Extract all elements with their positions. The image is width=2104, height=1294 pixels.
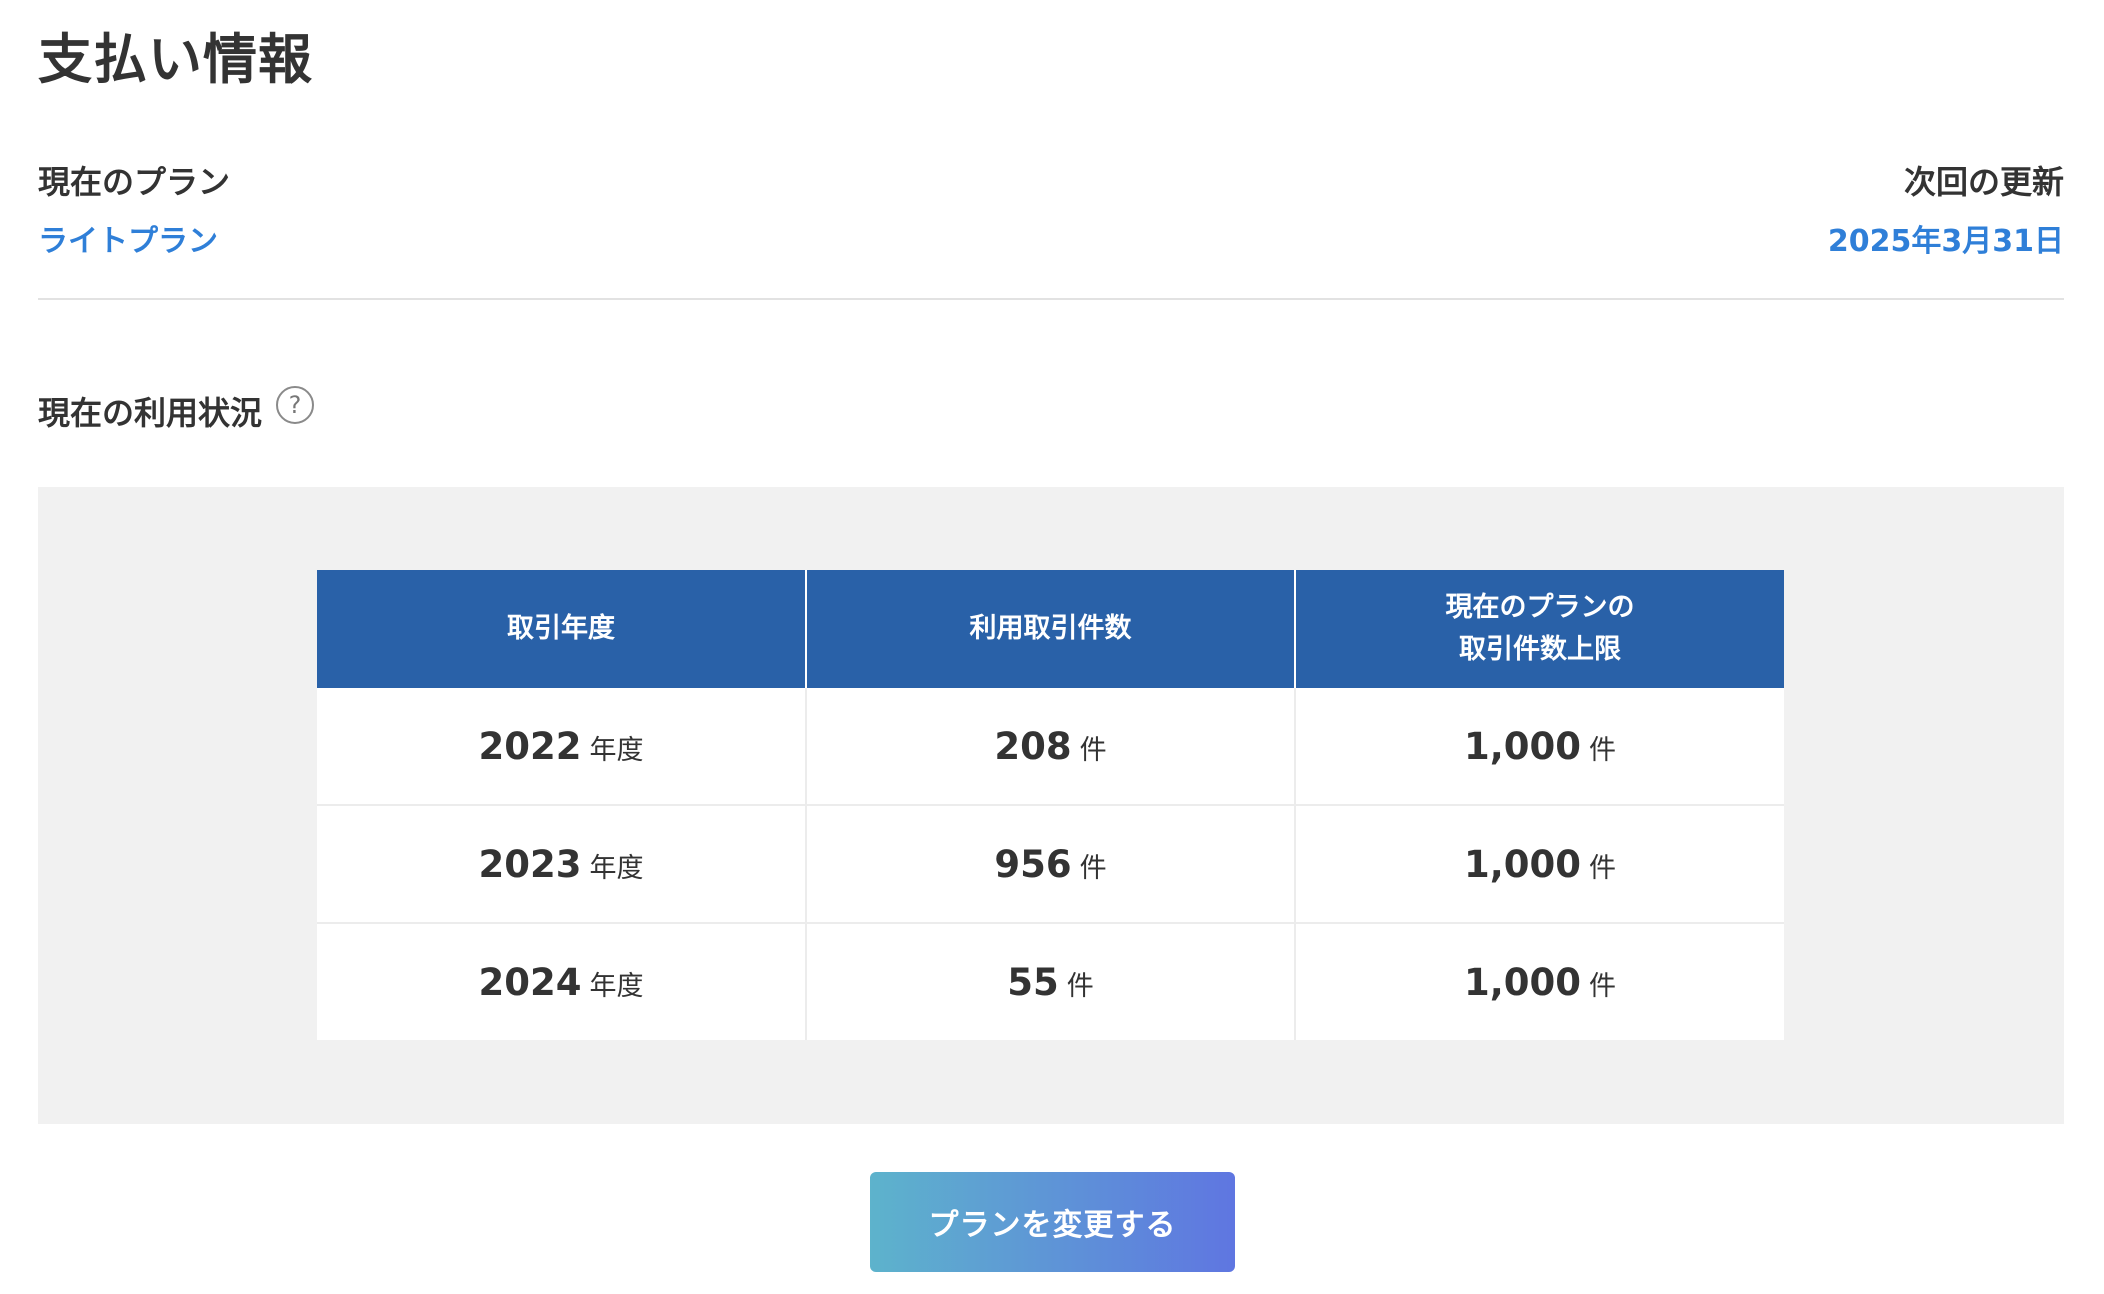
- plan-limit-unit: 件: [1589, 852, 1617, 884]
- current-plan-label: 現在のプラン: [38, 163, 231, 201]
- change-plan-button[interactable]: プランを変更する: [870, 1172, 1235, 1272]
- plan-summary: 現在のプラン ライトプラン 次回の更新 2025年3月31日: [38, 160, 2064, 300]
- table-row: 2024 年度 55 件 1,000 件: [317, 922, 1784, 1040]
- usage-heading-label: 現在の利用状況: [38, 394, 263, 432]
- question-circle-icon[interactable]: ?: [276, 386, 315, 424]
- plan-limit-cell: 1,000 件: [1294, 688, 1784, 805]
- transaction-count-cell: 208 件: [805, 688, 1295, 805]
- plan-limit-value: 1,000: [1463, 842, 1582, 886]
- fiscal-year-unit: 年度: [589, 852, 644, 884]
- column-header-transaction-count: 利用取引件数: [805, 570, 1295, 688]
- fiscal-year-value: 2024: [478, 960, 582, 1004]
- transaction-count-value: 956: [994, 842, 1072, 886]
- table-header-row: 取引年度 利用取引件数 現在のプランの 取引件数上限: [317, 570, 1784, 688]
- table-row: 2023 年度 956 件 1,000 件: [317, 804, 1784, 923]
- column-header-fiscal-year: 取引年度: [317, 570, 806, 688]
- fiscal-year-value: 2023: [478, 842, 582, 886]
- usage-table: 取引年度 利用取引件数 現在のプランの 取引件数上限 2022 年度 208 件 1…: [317, 570, 1784, 1040]
- plan-limit-unit: 件: [1589, 970, 1617, 1002]
- page-title: 支払い情報: [38, 28, 313, 91]
- current-plan-section: 現在のプラン ライトプラン: [38, 160, 230, 262]
- table-row: 2022 年度 208 件 1,000 件: [317, 688, 1784, 805]
- current-plan-value: ライトプラン: [38, 224, 218, 259]
- transaction-count-cell: 956 件: [805, 804, 1295, 923]
- next-renewal-date: 2025年3月31日: [1827, 224, 2064, 259]
- plan-limit-cell: 1,000 件: [1294, 804, 1784, 923]
- column-header-plan-limit: 現在のプランの 取引件数上限: [1294, 570, 1784, 688]
- fiscal-year-cell: 2023 年度: [317, 804, 806, 923]
- transaction-count-unit: 件: [1066, 970, 1094, 1002]
- plan-limit-cell: 1,000 件: [1294, 922, 1784, 1040]
- transaction-count-value: 208: [994, 724, 1072, 768]
- transaction-count-value: 55: [1007, 960, 1059, 1004]
- plan-limit-value: 1,000: [1463, 724, 1582, 768]
- fiscal-year-unit: 年度: [589, 970, 644, 1002]
- fiscal-year-cell: 2024 年度: [317, 922, 806, 1040]
- next-renewal-section: 次回の更新 2025年3月31日: [1828, 160, 2064, 262]
- fiscal-year-unit: 年度: [589, 734, 644, 766]
- usage-heading: 現在の利用状況 ?: [38, 386, 315, 438]
- transaction-count-unit: 件: [1079, 852, 1107, 884]
- plan-limit-value: 1,000: [1463, 960, 1582, 1004]
- usage-panel: 取引年度 利用取引件数 現在のプランの 取引件数上限 2022 年度 208 件 1…: [38, 487, 2064, 1124]
- transaction-count-cell: 55 件: [805, 922, 1295, 1040]
- transaction-count-unit: 件: [1079, 734, 1107, 766]
- fiscal-year-cell: 2022 年度: [317, 688, 806, 805]
- next-renewal-label: 次回の更新: [1903, 163, 2064, 201]
- fiscal-year-value: 2022: [478, 724, 582, 768]
- plan-limit-unit: 件: [1589, 734, 1617, 766]
